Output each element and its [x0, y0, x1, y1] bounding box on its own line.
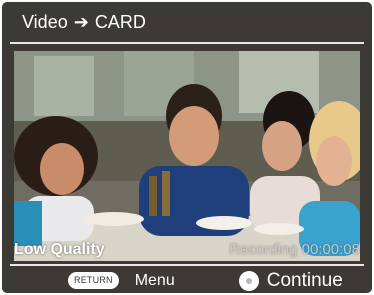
quality-label: Low Quality: [14, 240, 105, 258]
footer: RETURN Menu Continue: [2, 268, 372, 293]
video-preview: [14, 51, 360, 261]
footer-divider: [10, 264, 364, 266]
status-bar: Low Quality Recording 00:00:08: [14, 238, 360, 261]
source-label: Video: [22, 11, 68, 32]
menu-label: Menu: [134, 271, 175, 289]
arrow-right-icon: ➔: [73, 11, 89, 32]
header-divider: [10, 42, 364, 44]
recording-screen: Video ➔ CARD Low Quality Recording 00:00…: [2, 2, 372, 293]
enter-button-icon[interactable]: [238, 270, 259, 291]
return-button[interactable]: RETURN: [68, 272, 119, 289]
destination-label: CARD: [94, 11, 146, 32]
header: Video ➔ CARD: [2, 2, 372, 42]
recording-time: Recording 00:00:08: [229, 241, 360, 258]
continue-label: Continue: [266, 269, 343, 291]
preview-image: [14, 51, 360, 261]
